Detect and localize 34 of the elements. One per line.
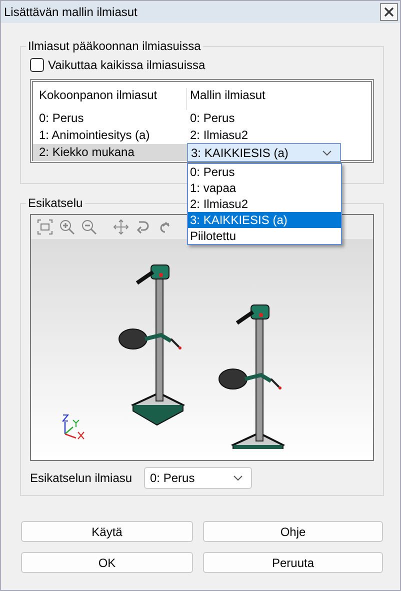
dialog-button[interactable]: Peruuta [203, 552, 383, 573]
group-title: Esikatselu [27, 196, 84, 210]
close-icon [384, 7, 394, 17]
table-cell[interactable]: 2: Kiekko mukana [33, 144, 187, 161]
zoom-out-icon[interactable] [81, 219, 97, 235]
table-cell[interactable]: 0: Perus [33, 110, 187, 127]
column-header[interactable]: Kokoonpanon ilmiasut [33, 88, 187, 110]
table-cell[interactable]: 2: Ilmiasu2 [187, 127, 341, 144]
checkbox[interactable] [30, 58, 44, 72]
chevron-down-icon [322, 150, 332, 156]
table-cell[interactable]: 0: Perus [187, 110, 341, 127]
group-title: Ilmiasut pääkoonnan ilmiasuissa [27, 39, 202, 53]
dialog-button[interactable]: OK [21, 552, 193, 573]
dialog-button[interactable]: Käytä [21, 521, 193, 542]
pan-icon[interactable] [113, 219, 129, 235]
zoom-to-fit-icon[interactable] [37, 219, 53, 235]
rotate-icon[interactable] [135, 219, 151, 235]
zoom-in-icon[interactable] [59, 219, 75, 235]
chevron-down-icon [233, 475, 243, 481]
dropdown-option[interactable]: Piilotettu [188, 228, 341, 244]
dropdown-option[interactable]: 3: KAIKKIESIS (a) [188, 212, 341, 228]
table-cell[interactable]: 1: Animointiesitys (a) [33, 127, 187, 144]
dropdown-option[interactable]: 2: Ilmiasu2 [188, 196, 341, 212]
dropdown-option[interactable]: 1: vapaa [188, 180, 341, 196]
checkbox-label: Vaikuttaa kaikissa ilmiasuissa [48, 58, 206, 72]
window-title: Lisättävän mallin ilmiasut [4, 5, 138, 19]
dropdown-field[interactable]: 0: Perus [144, 467, 252, 489]
dialog-button[interactable]: Ohje [203, 521, 383, 542]
dropdown-option[interactable]: 0: Perus [188, 164, 341, 180]
close-button[interactable] [380, 3, 398, 21]
dropdown-field[interactable]: 3: KAIKKIESIS (a) [187, 143, 341, 162]
column-header[interactable]: Mallin ilmiasut [187, 88, 341, 102]
field-label: Esikatselun ilmiasu [30, 471, 134, 485]
axis-triad-icon [62, 414, 86, 440]
